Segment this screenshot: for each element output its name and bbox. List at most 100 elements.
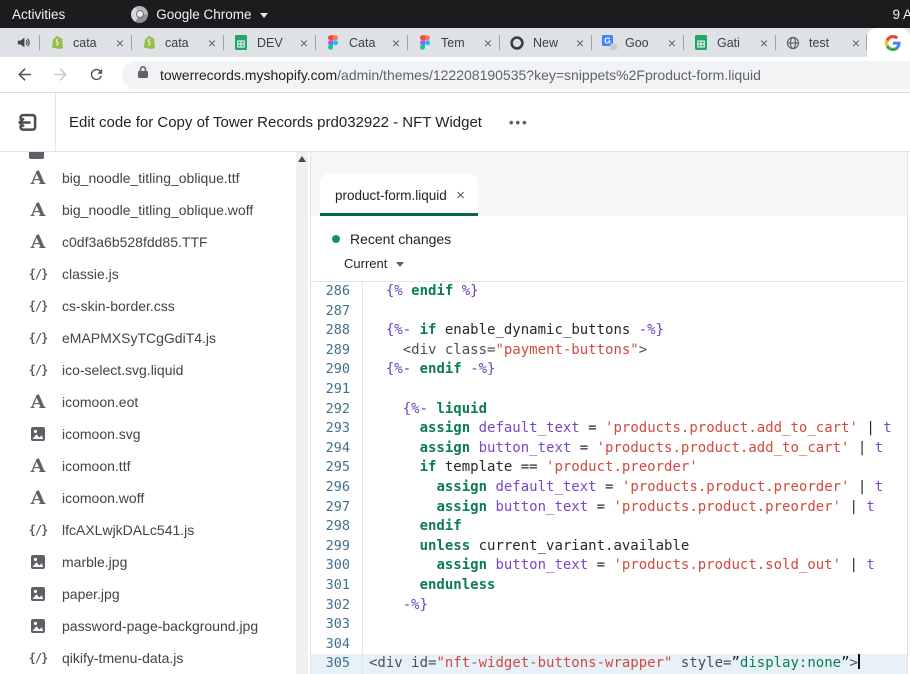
version-selector[interactable]: Current [344, 256, 907, 271]
browser-tab-active[interactable] [867, 28, 910, 57]
url-domain: towerrecords.myshopify.com [160, 67, 337, 83]
tab-close-icon[interactable]: × [852, 36, 860, 50]
tab-close-icon[interactable]: × [208, 36, 216, 50]
code-text: <div class="payment-buttons"> [363, 341, 907, 361]
browser-tab[interactable]: test × [775, 28, 867, 57]
editor-tab-bar: product-form.liquid × [311, 152, 907, 216]
url-text: towerrecords.myshopify.com/admin/themes/… [160, 67, 761, 83]
code-line[interactable]: 286 {% endif %} [311, 282, 907, 302]
code-line[interactable]: 304 [311, 635, 907, 655]
code-file-icon: {/} [28, 331, 48, 345]
code-text: {% endif %} [363, 282, 907, 302]
more-actions-button[interactable]: ••• [509, 115, 529, 130]
tab-close-icon[interactable]: × [300, 36, 308, 50]
file-item[interactable]: {/}lfcAXLwjkDALc541.js [0, 514, 296, 546]
file-item[interactable]: {/}eMAPMXSyTCgGdiT4.js [0, 322, 296, 354]
code-area[interactable]: 286 {% endif %}287288 {%- if enable_dyna… [311, 282, 907, 674]
browser-tab[interactable]: Gati× [683, 28, 775, 57]
sheets-favicon [693, 35, 709, 51]
line-number: 301 [311, 576, 363, 596]
code-line[interactable]: 295 if template == 'product.preorder' [311, 458, 907, 478]
file-item[interactable]: Ac0df3a6b528fdd85.TTF [0, 226, 296, 258]
browser-tab[interactable]: Tem× [407, 28, 499, 57]
code-line[interactable]: 301 endunless [311, 576, 907, 596]
file-item[interactable]: icomoon.svg [0, 418, 296, 450]
file-item[interactable]: marble.jpg [0, 546, 296, 578]
tab-title: cata [73, 36, 112, 50]
code-line[interactable]: 305<div id="nft-widget-buttons-wrapper" … [311, 654, 907, 674]
exit-code-editor-button[interactable] [0, 93, 56, 151]
code-line[interactable]: 291 [311, 380, 907, 400]
font-file-icon: A [28, 393, 48, 412]
code-line[interactable]: 298 endif [311, 517, 907, 537]
file-item[interactable]: {/}ico-select.svg.liquid [0, 354, 296, 386]
tab-close-icon[interactable]: × [760, 36, 768, 50]
code-line[interactable]: 296 assign default_text = 'products.prod… [311, 478, 907, 498]
browser-tab[interactable]: GGoo× [591, 28, 683, 57]
chrome-tab-strip: cata×cata×DEV×Cata×Tem×New×GGoo×Gati×tes… [0, 28, 910, 57]
code-line[interactable]: 297 assign button_text = 'products.produ… [311, 498, 907, 518]
tab-close-icon[interactable]: × [576, 36, 584, 50]
sidebar-scrollbar[interactable] [296, 152, 308, 674]
editor-file-tab[interactable]: product-form.liquid × [320, 174, 478, 216]
line-number: 293 [311, 419, 363, 439]
tab-close-icon[interactable]: × [668, 36, 676, 50]
editor-tab-close-icon[interactable]: × [456, 187, 465, 204]
code-line[interactable]: 288 {%- if enable_dynamic_buttons -%} [311, 321, 907, 341]
file-item[interactable]: Aicomoon.woff [0, 482, 296, 514]
tab-close-icon[interactable]: × [392, 36, 400, 50]
code-line[interactable]: 289 <div class="payment-buttons"> [311, 341, 907, 361]
code-line[interactable]: 299 unless current_variant.available [311, 537, 907, 557]
file-item[interactable]: Abig_noodle_titling_oblique.ttf [0, 162, 296, 194]
browser-tab[interactable]: Cata× [315, 28, 407, 57]
browser-tab[interactable]: DEV× [223, 28, 315, 57]
file-item[interactable]: password-page-background.jpg [0, 610, 296, 642]
code-line[interactable]: 294 assign button_text = 'products.produ… [311, 439, 907, 459]
line-number: 292 [311, 400, 363, 420]
file-name: c0df3a6b528fdd85.TTF [62, 234, 208, 250]
tab-close-icon[interactable]: × [116, 36, 124, 50]
file-item[interactable]: paper.jpg [0, 578, 296, 610]
app-menu[interactable]: Google Chrome [131, 6, 267, 23]
file-name: cs-skin-border.css [62, 298, 175, 314]
file-name: password-page-background.jpg [62, 618, 258, 634]
image-file-icon [28, 618, 48, 634]
file-item[interactable]: {/} cs-skin-border.css [0, 290, 296, 322]
browser-tab[interactable]: New× [499, 28, 591, 57]
file-item[interactable]: Aicomoon.ttf [0, 450, 296, 482]
code-text: assign button_text = 'products.product.p… [363, 498, 907, 518]
line-number: 287 [311, 302, 363, 322]
file-item[interactable]: Aicomoon.eot [0, 386, 296, 418]
browser-tab[interactable]: cata× [131, 28, 223, 57]
shopify-favicon [49, 35, 65, 51]
file-item[interactable]: Abig_noodle_titling_oblique.woff [0, 194, 296, 226]
address-bar[interactable]: towerrecords.myshopify.com/admin/themes/… [122, 61, 910, 89]
code-file-icon: {/} [28, 651, 48, 665]
code-line[interactable]: 303 [311, 615, 907, 635]
back-button[interactable] [12, 63, 36, 87]
os-top-bar: Activities Google Chrome 9 A [0, 0, 910, 28]
code-line[interactable]: 300 assign button_text = 'products.produ… [311, 556, 907, 576]
code-line[interactable]: 302 -%} [311, 596, 907, 616]
code-file-icon: {/} [28, 299, 48, 313]
code-line[interactable]: 287 [311, 302, 907, 322]
green-status-dot [332, 235, 340, 243]
forward-button[interactable] [48, 63, 72, 87]
code-line[interactable]: 292 {%- liquid [311, 400, 907, 420]
tab-close-icon[interactable]: × [484, 36, 492, 50]
code-text: {%- liquid [363, 400, 907, 420]
file-name: paper.jpg [62, 586, 120, 602]
browser-tab[interactable]: cata × [39, 28, 131, 57]
code-text: -%} [363, 596, 907, 616]
activities-button[interactable]: Activities [12, 7, 65, 22]
file-item[interactable]: {/}qikify-tmenu-data.js [0, 642, 296, 674]
scroll-up-arrow-icon[interactable] [298, 156, 306, 162]
code-line[interactable]: 290 {%- endif -%} [311, 360, 907, 380]
tab-title: test [809, 36, 848, 50]
code-line[interactable]: 293 assign default_text = 'products.prod… [311, 419, 907, 439]
file-item[interactable]: {/}classie.js [0, 258, 296, 290]
file-name: icomoon.svg [62, 426, 141, 442]
reload-button[interactable] [84, 63, 108, 87]
code-text [363, 302, 907, 322]
clipped-file-icon [29, 152, 44, 159]
